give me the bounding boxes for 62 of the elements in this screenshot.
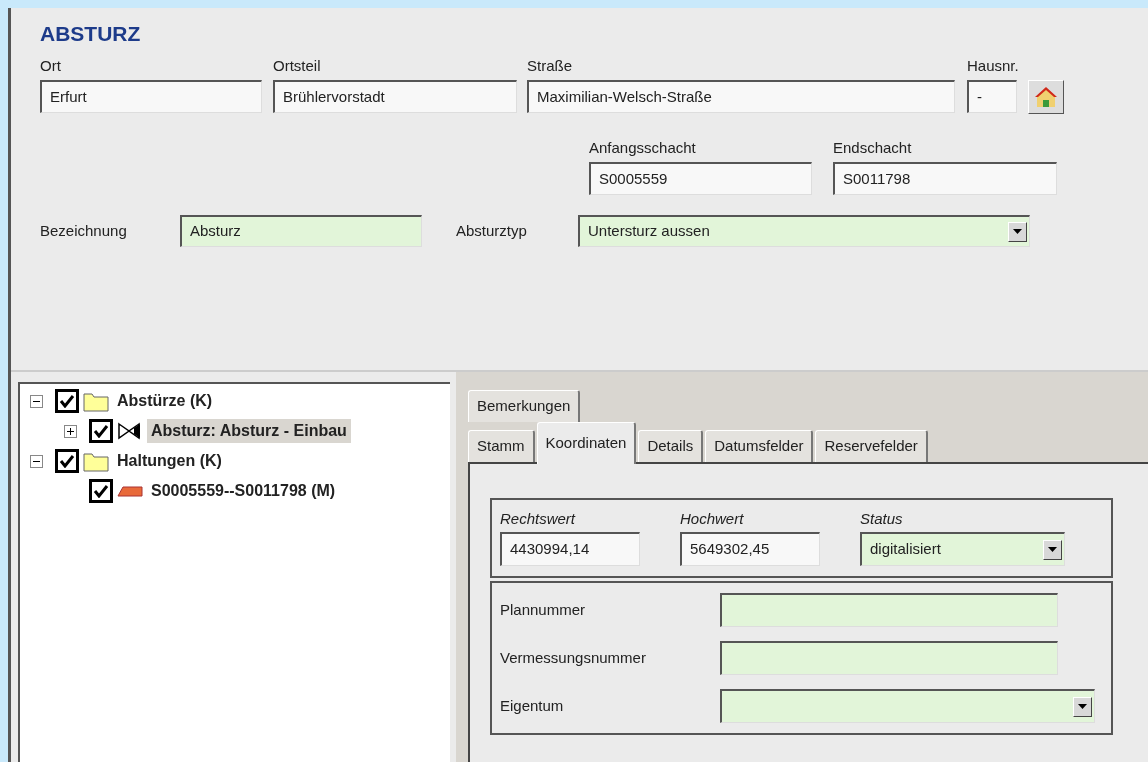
field-label: Status <box>860 509 904 529</box>
input-field[interactable]: Brühlervorstadt <box>273 80 517 113</box>
input-field[interactable]: S0005559 <box>589 162 812 195</box>
input-field[interactable]: Maximilian-Welsch-Straße <box>527 80 955 113</box>
tree-item[interactable]: Absturz: Absturz - Einbau <box>147 419 351 443</box>
tab[interactable]: Reservefelder <box>815 430 928 462</box>
caret-icon <box>1048 547 1057 552</box>
tab[interactable]: Datumsfelder <box>705 430 814 462</box>
collapse-icon[interactable] <box>30 394 43 408</box>
field-label: Endschacht <box>833 138 913 158</box>
field-label: Absturztyp <box>456 220 528 241</box>
field-label: Anfangsschacht <box>589 138 697 158</box>
dropdown-field[interactable]: digitalisiert <box>860 532 1065 566</box>
folder-icon <box>83 390 109 412</box>
tab[interactable]: Bemerkungen <box>468 390 581 422</box>
input-field[interactable]: - <box>967 80 1017 113</box>
checkbox[interactable] <box>89 479 113 503</box>
field-label: Ortsteil <box>273 56 322 76</box>
house-button[interactable] <box>1027 80 1064 114</box>
checkmark-icon <box>59 394 75 408</box>
tree-item[interactable]: S0005559--S0011798 (M) <box>147 479 340 503</box>
tab[interactable]: Koordinaten <box>536 422 637 464</box>
checkmark-icon <box>59 454 75 468</box>
dropdown-button[interactable] <box>1043 539 1062 560</box>
dropdown-button[interactable] <box>1073 696 1092 717</box>
field-label: Hochwert <box>680 509 745 529</box>
input-field[interactable] <box>720 641 1058 675</box>
folder-icon <box>83 450 109 472</box>
expand-icon[interactable] <box>64 424 77 438</box>
pipe-icon <box>117 484 143 498</box>
valve-icon <box>117 421 143 441</box>
input-field[interactable]: Absturz <box>180 215 422 247</box>
caret-icon <box>1078 704 1087 709</box>
field-label: Straße <box>527 56 573 76</box>
form-title: ABSTURZ <box>40 21 142 47</box>
input-field[interactable]: S0011798 <box>833 162 1057 195</box>
dropdown-field[interactable]: Untersturz aussen <box>578 215 1030 247</box>
tab[interactable]: Stamm <box>468 430 535 462</box>
field-label: Eigentum <box>500 695 565 716</box>
field-label: Hausnr. <box>967 56 1019 76</box>
field-label: Plannummer <box>500 599 587 620</box>
input-field[interactable]: Erfurt <box>40 80 262 113</box>
tree-item[interactable]: Abstürze (K) <box>113 389 217 413</box>
checkmark-icon <box>93 484 109 498</box>
checkbox[interactable] <box>89 419 113 443</box>
tab[interactable]: Details <box>638 430 704 462</box>
input-field[interactable]: 4430994,14 <box>500 532 640 566</box>
collapse-icon[interactable] <box>30 454 43 468</box>
checkmark-icon <box>93 424 109 438</box>
field-label: Vermessungsnummer <box>500 647 647 668</box>
dropdown-button[interactable] <box>1008 221 1027 242</box>
house-icon <box>1033 86 1058 108</box>
input-field[interactable] <box>720 593 1058 627</box>
dropdown-field[interactable] <box>720 689 1095 723</box>
field-label: Bezeichnung <box>40 220 128 241</box>
checkbox[interactable] <box>55 389 79 413</box>
field-label: Ort <box>40 56 62 76</box>
input-field[interactable]: 5649302,45 <box>680 532 820 566</box>
checkbox[interactable] <box>55 449 79 473</box>
tree-item[interactable]: Haltungen (K) <box>113 449 226 473</box>
field-label: Rechtswert <box>500 509 577 529</box>
caret-icon <box>1013 229 1022 234</box>
